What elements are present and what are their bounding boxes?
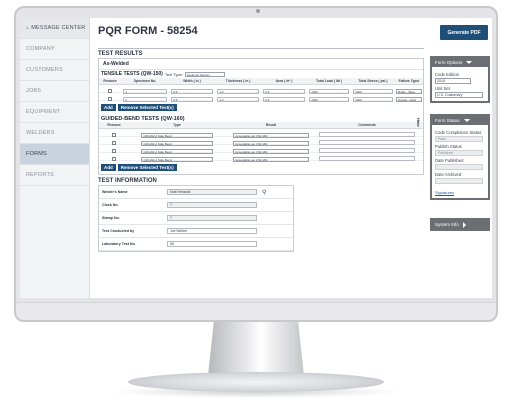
sidebar-item-label: JOBS	[26, 88, 42, 94]
publish-status-label: Publish Status	[435, 144, 462, 149]
monitor-chin	[14, 302, 498, 322]
test-type-select[interactable]: Reduced Section	[185, 71, 226, 77]
remove-bend-button[interactable]: Remove Selected Test(s)	[117, 164, 177, 171]
monitor-stand	[208, 322, 304, 376]
lab-test-no-label: Laboratory Test No.	[102, 242, 136, 246]
add-bend-button[interactable]: Add	[101, 164, 116, 171]
sidebar-item-label: COMPANY	[26, 46, 55, 52]
date-published-label: Date Published	[435, 158, 464, 163]
panel-title: Form Options	[435, 60, 463, 65]
system-info-panel: System Info	[430, 218, 490, 231]
sidebar: ⌂ MESSAGE CENTER COMPANY CUSTOMERS JOBS …	[20, 18, 90, 298]
code-edition-label: Code Edition	[435, 72, 459, 77]
stamp-no-field[interactable]: 7	[167, 215, 257, 221]
stress-input[interactable]: 2000	[353, 96, 393, 102]
table-row: 2 0.5 1.0 0.5 1000 2000 Ductile - HAZ	[99, 93, 423, 102]
clock-no-field[interactable]: 7	[167, 202, 257, 208]
sidebar-item-equipment[interactable]: EQUIPMENT	[20, 102, 89, 123]
bend-title: GUIDED-BEND TESTS (QW-160)	[101, 116, 185, 122]
date-archived-value	[435, 178, 483, 184]
compliance-label: Code Compliance Status	[435, 130, 482, 135]
code-edition-select[interactable]: 2015	[435, 78, 471, 84]
sidebar-item-jobs[interactable]: JOBS	[20, 81, 89, 102]
area-input[interactable]: 0.5	[263, 96, 305, 102]
generate-pdf-button[interactable]: Generate PDF	[440, 25, 488, 40]
date-published-value	[435, 164, 483, 170]
test-type-label: Test Type:	[164, 71, 184, 77]
comments-input[interactable]	[319, 155, 415, 161]
test-info-box: Welder's Name Matt Hebandt ⚲ Clock No. 7…	[98, 185, 294, 252]
form-options-header[interactable]: Form Options	[432, 58, 488, 67]
sidebar-item-reports[interactable]: REPORTS	[20, 165, 89, 186]
hide-toggle[interactable]: Hide	[416, 118, 421, 127]
info-row: Stamp No. 7	[99, 212, 293, 225]
width-input[interactable]: 0.5	[171, 96, 213, 102]
remove-checkbox[interactable]	[108, 96, 112, 101]
sidebar-item-label: MESSAGE CENTER	[31, 25, 86, 31]
divider	[98, 48, 424, 49]
camera-dot	[256, 9, 260, 13]
sidebar-item-label: REPORTS	[26, 172, 54, 178]
page-title: PQR FORM - 58254	[98, 25, 198, 37]
unit-set-select[interactable]: U.S. Customary	[435, 92, 483, 98]
sidebar-item-welders[interactable]: WELDERS	[20, 123, 89, 144]
chevron-right-icon	[462, 221, 466, 228]
form-status-header[interactable]: Form Status	[432, 116, 488, 125]
failure-select[interactable]: Ductile - HAZ	[396, 96, 422, 102]
monitor-base	[128, 372, 384, 392]
table-row: QW-462.2 Side Bend Acceptable per QW-163	[99, 153, 423, 162]
test-info-title: TEST INFORMATION	[98, 178, 157, 184]
date-archived-label: Date Archived	[435, 172, 462, 177]
chevron-down-icon	[466, 61, 473, 64]
system-info-header[interactable]: System Info	[432, 220, 488, 229]
tensile-title: TENSILE TESTS (QW-150)	[101, 71, 163, 77]
chevron-down-icon	[463, 119, 470, 122]
panel-title: System Info	[435, 222, 459, 227]
home-icon: ⌂	[26, 25, 30, 31]
lab-test-no-field[interactable]: 56	[167, 241, 257, 247]
panel-title: Form Status	[435, 118, 460, 123]
main-content: TEST RESULTS As-Welded TENSILE TESTS (QW…	[98, 48, 424, 252]
sidebar-item-message-center[interactable]: ⌂ MESSAGE CENTER	[20, 18, 89, 39]
info-row: Test Conducted by Joe Welder	[99, 225, 293, 238]
stamp-no-label: Stamp No.	[102, 216, 120, 220]
app-screen: ⌂ MESSAGE CENTER COMPANY CUSTOMERS JOBS …	[20, 18, 492, 298]
welder-name-label: Welder's Name	[102, 190, 128, 194]
add-tensile-button[interactable]: Add	[101, 104, 116, 111]
tensile-box: As-Welded TENSILE TESTS (QW-150) Test Ty…	[98, 58, 424, 175]
sidebar-item-label: EQUIPMENT	[26, 109, 61, 115]
search-icon[interactable]: ⚲	[262, 189, 266, 196]
info-row: Laboratory Test No. 56	[99, 238, 293, 251]
as-welded-label: As-Welded	[99, 59, 423, 70]
sidebar-item-company[interactable]: COMPANY	[20, 39, 89, 60]
sidebar-item-label: FORMS	[26, 151, 47, 157]
compliance-value: Pass	[435, 136, 483, 142]
thickness-input[interactable]: 1.0	[217, 96, 259, 102]
welder-name-field[interactable]: Matt Hebandt	[167, 189, 257, 195]
publish-status-value: Published	[435, 150, 483, 156]
form-options-panel: Form Options Code Edition 2015 Unit Set …	[430, 56, 490, 103]
conducted-by-label: Test Conducted by	[102, 229, 135, 233]
info-row: Clock No. 7	[99, 199, 293, 212]
sidebar-item-label: WELDERS	[26, 130, 55, 136]
specimen-input[interactable]: 2	[123, 96, 167, 102]
signatures-link[interactable]: Signatures	[435, 190, 485, 195]
sidebar-item-customers[interactable]: CUSTOMERS	[20, 60, 89, 81]
sidebar-item-label: CUSTOMERS	[26, 67, 63, 73]
unit-set-label: Unit Set	[435, 86, 450, 91]
remove-tensile-button[interactable]: Remove Selected Test(s)	[117, 104, 177, 111]
clock-no-label: Clock No.	[102, 203, 119, 207]
section-title: TEST RESULTS	[98, 51, 143, 57]
bend-result-select[interactable]: Acceptable per QW-163	[233, 156, 309, 162]
info-row: Welder's Name Matt Hebandt ⚲	[99, 186, 293, 199]
sidebar-item-forms[interactable]: FORMS	[20, 144, 89, 165]
form-status-panel: Form Status Code Compliance Status Pass …	[430, 114, 490, 200]
conducted-by-field[interactable]: Joe Welder	[167, 228, 257, 234]
remove-checkbox[interactable]	[112, 156, 116, 161]
bend-type-select[interactable]: QW-462.2 Side Bend	[141, 156, 213, 162]
load-input[interactable]: 1000	[309, 96, 349, 102]
